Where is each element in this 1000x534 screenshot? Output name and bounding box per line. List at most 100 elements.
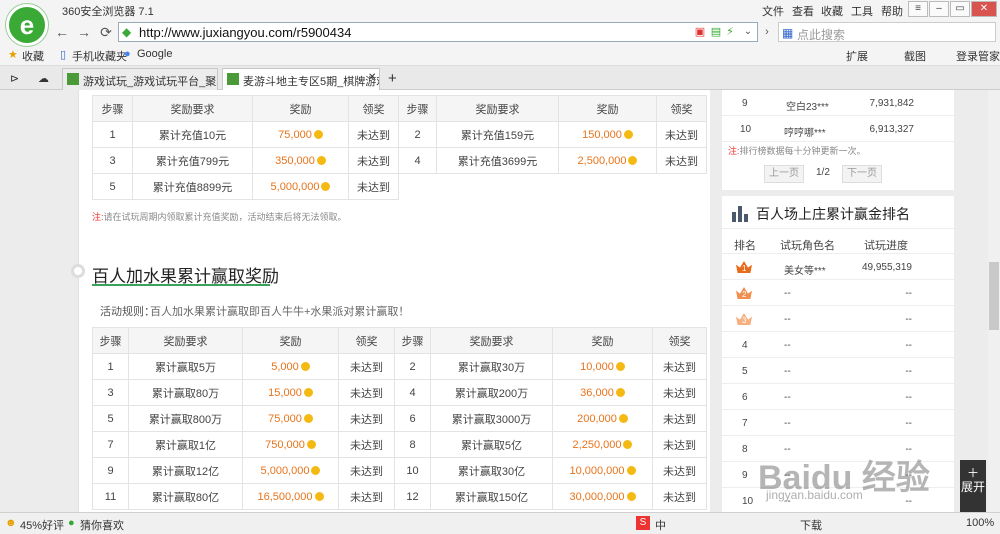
prev-page-button[interactable]: 上一页 [764,165,804,183]
bookmark-favorites[interactable]: 收藏 [22,48,44,64]
rank-number: 8 [742,444,748,455]
requirement-cell: 累计赢取150亿 [430,483,553,510]
bookmark-mobile[interactable]: 手机收藏夹 [72,48,127,64]
reward-value: 15,000 [268,386,302,399]
table-header-row: 步骤 奖励要求 奖励 领奖 步骤 奖励要求 奖励 领奖 [92,327,707,354]
tab-maiyou[interactable]: 麦游斗地主专区5期_棋牌游戏 [222,68,380,90]
claim-cell[interactable]: 未达到 [652,379,707,406]
claim-cell[interactable]: 未达到 [338,353,395,380]
claim-cell[interactable]: 未达到 [338,405,395,432]
claim-cell[interactable]: 未达到 [652,353,707,380]
rank-number: 9 [742,470,748,481]
back-icon[interactable]: ← [52,22,72,42]
search-box[interactable]: ▦ 点此搜索 [778,22,996,42]
claim-cell[interactable]: 未达到 [652,431,707,458]
col-requirement: 奖励要求 [436,95,559,122]
url-bar[interactable]: ◆ http://www.juxiangyou.com/r5900434 [118,22,758,42]
guess-text[interactable]: 猜你喜欢 [80,517,124,533]
menu-favorites[interactable]: 收藏 [821,3,843,19]
table-row: 1 累计赢取5万 5,000 未达到 2 累计赢取30万 10,000 未达到 [92,353,707,380]
next-page-button[interactable]: 下一页 [842,165,882,183]
browser-logo-icon[interactable]: e [6,4,48,46]
menu-view[interactable]: 查看 [792,3,814,19]
table-row: 3 累计赢取80万 15,000 未达到 4 累计赢取200万 36,000 未达到 [92,379,707,406]
skin-icon[interactable]: ≡ [908,1,928,17]
rules-label: 活动规则： [100,306,155,318]
step-cell: 5 [92,173,133,200]
zoom-level[interactable]: 100% [966,517,994,529]
claim-cell[interactable]: 未达到 [652,457,707,484]
restore-icon[interactable]: ▭ [950,1,970,17]
expand-button[interactable]: ＋展开 [960,460,986,512]
claim-cell[interactable]: 未达到 [338,379,395,406]
coin-icon [618,413,628,423]
sogou-icon[interactable]: S [636,516,650,530]
rating-text[interactable]: 45%好评 [20,517,64,533]
claim-cell[interactable]: 未达到 [338,483,395,510]
login-button[interactable]: 登录管家 [956,48,1000,64]
go-icon[interactable]: › [757,22,777,42]
claim-cell[interactable]: 未达到 [338,431,395,458]
forward-icon[interactable]: → [74,22,94,42]
col-reward: 奖励 [242,327,339,354]
menu-help[interactable]: 帮助 [881,3,903,19]
coin-icon [303,387,313,397]
claim-cell[interactable]: 未达到 [338,457,395,484]
win-table-body: 1 累计赢取5万 5,000 未达到 2 累计赢取30万 10,000 未达到 3 累计赢取80万… [92,353,707,510]
step-cell: 4 [398,147,437,174]
rank-row: 1 美女等*** 49,955,319 [722,254,954,280]
bookmark-google[interactable]: Google [137,48,172,60]
rank-row: 6 -- -- [722,384,954,410]
claim-cell[interactable]: 未达到 [348,147,399,174]
coin-icon [300,361,310,371]
reward-cell: 10,000,000 [552,457,653,484]
claim-cell[interactable]: 未达到 [652,483,707,510]
coin-icon [311,465,321,475]
star-icon: ★ [8,49,18,61]
claim-cell[interactable]: 未达到 [652,405,707,432]
sidebar-toggle-icon[interactable]: ⊳ [10,72,19,85]
extensions-button[interactable]: 扩展 [846,48,868,64]
col-requirement: 奖励要求 [430,327,553,354]
rank-row: 10 哼哼哪*** 6,913,327 [722,116,954,142]
screenshot-button[interactable]: 截图 [904,48,926,64]
rank-number: 9 [742,98,748,109]
reward-value: 75,000 [268,412,302,425]
rank-name: -- [784,392,791,403]
new-tab-icon[interactable]: + [388,70,397,87]
refresh-icon[interactable]: ⟳ [96,22,116,42]
rank-number: 4 [742,340,748,351]
cloud-icon[interactable]: ☁ [38,72,49,85]
menu-file[interactable]: 文件 [762,3,784,19]
coin-icon [628,155,638,165]
claim-cell[interactable]: 未达到 [348,173,399,200]
rank-value: 49,955,319 [861,262,912,273]
step-cell: 11 [92,483,129,510]
coin-icon [313,129,323,139]
menu-tools[interactable]: 工具 [851,3,873,19]
url-dropdown-icon[interactable]: ⌄ [738,22,758,42]
claim-cell[interactable]: 未达到 [656,147,707,174]
claim-cell[interactable]: 未达到 [348,121,399,148]
table-row: 3 累计充值799元 350,000 未达到 4 累计充值3699元 2,500… [92,147,707,174]
reward-value: 350,000 [275,154,315,167]
smile-icon: ☻ [5,517,17,529]
coin-icon [314,491,324,501]
lightning-icon[interactable]: ⚡ [720,22,740,42]
close-icon[interactable]: ✕ [971,1,997,17]
rank-note: 注:排行榜数据每十分钟更新一次。 [728,144,866,157]
rank-value: -- [905,340,912,351]
requirement-cell: 累计赢取80万 [128,379,243,406]
rank-row: 4 -- -- [722,332,954,358]
download-button[interactable]: 下载 [800,517,822,533]
minimize-icon[interactable]: – [929,1,949,17]
tab-juxiangyou[interactable]: 游戏试玩_游戏试玩平台_聚享游 [62,68,218,90]
page-indicator: 1/2 [816,167,830,178]
ime-mode[interactable]: 中 [655,517,666,533]
scrollbar-thumb[interactable] [989,262,999,330]
tab-close-icon[interactable]: ✕ [368,72,376,83]
google-icon: ● [124,48,131,60]
requirement-cell: 累计充值159元 [436,121,559,148]
table-row: 1 累计充值10元 75,000 未达到 2 累计充值159元 150,000 … [92,121,707,148]
claim-cell[interactable]: 未达到 [656,121,707,148]
